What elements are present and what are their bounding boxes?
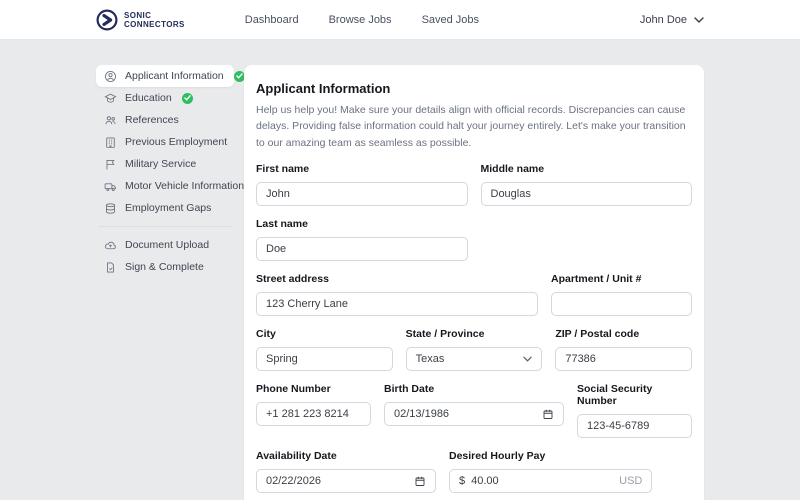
applicant-information-panel: Applicant Information Help us help you! …	[244, 65, 704, 500]
sidebar-item-label: Military Service	[125, 158, 196, 170]
state-select[interactable]: Texas	[406, 347, 543, 371]
zip-input[interactable]	[555, 347, 692, 371]
field-label: Social Security Number	[577, 383, 692, 407]
last-name-input[interactable]	[256, 237, 468, 261]
brand-logo[interactable]: SONIC CONNECTORS	[96, 9, 185, 31]
sidebar-item-employment-gaps[interactable]: Employment Gaps	[96, 197, 234, 219]
calendar-icon[interactable]	[414, 475, 426, 487]
field-label: ZIP / Postal code	[555, 328, 692, 340]
middle-name-input[interactable]	[481, 182, 693, 206]
field-label: Desired Hourly Pay	[449, 450, 652, 462]
sidebar-item-references[interactable]: References	[96, 109, 234, 131]
brand-wordmark: SONIC CONNECTORS	[124, 11, 185, 29]
complete-check-icon	[182, 93, 193, 104]
field-label: Phone Number	[256, 383, 371, 395]
user-menu[interactable]: John Doe	[640, 14, 704, 26]
field-label: Middle name	[481, 163, 693, 175]
truck-icon	[104, 180, 117, 193]
sidebar-item-sign-complete[interactable]: Sign & Complete	[96, 256, 234, 278]
sidebar-item-document-upload[interactable]: Document Upload	[96, 234, 234, 256]
top-navbar: SONIC CONNECTORS Dashboard Browse Jobs S…	[0, 0, 800, 40]
sidebar-item-military-service[interactable]: Military Service	[96, 153, 234, 175]
phone-input[interactable]	[256, 402, 371, 426]
flag-icon	[104, 158, 117, 171]
page-title: Applicant Information	[256, 81, 692, 96]
layers-stack-icon	[104, 202, 117, 215]
street-address-input[interactable]	[256, 292, 538, 316]
ssn-input[interactable]	[577, 414, 692, 438]
field-first-name: First name	[256, 163, 468, 206]
desired-pay-value[interactable]	[471, 470, 613, 492]
sidebar-item-label: Motor Vehicle Information	[125, 180, 244, 192]
sidebar-item-label: Document Upload	[125, 239, 209, 251]
file-signature-icon	[104, 261, 117, 274]
field-street-address: Street address	[256, 273, 538, 316]
field-label: State / Province	[406, 328, 543, 340]
sidebar-item-motor-vehicle-information[interactable]: Motor Vehicle Information	[96, 175, 234, 197]
currency-suffix: USD	[619, 475, 642, 487]
field-label: Apartment / Unit #	[551, 273, 692, 285]
field-desired-hourly-pay: Desired Hourly Pay $ USD	[449, 450, 652, 493]
state-select-value: Texas	[416, 353, 445, 365]
content-area: Applicant Information Education Referenc…	[96, 65, 704, 500]
city-input[interactable]	[256, 347, 393, 371]
field-ssn: Social Security Number	[577, 383, 692, 438]
sidebar-item-label: Employment Gaps	[125, 202, 211, 214]
field-label: City	[256, 328, 393, 340]
building-icon	[104, 136, 117, 149]
users-icon	[104, 114, 117, 127]
user-name: John Doe	[640, 14, 687, 26]
availability-date-input[interactable]	[256, 469, 436, 493]
main-nav: Dashboard Browse Jobs Saved Jobs	[245, 14, 479, 26]
sidebar-divider	[98, 226, 232, 227]
field-label: First name	[256, 163, 468, 175]
field-state-province: State / Province Texas	[406, 328, 543, 371]
page-description: Help us help you! Make sure your details…	[256, 102, 692, 151]
sidebar-item-label: Applicant Information	[125, 70, 224, 82]
sidebar-item-label: Sign & Complete	[125, 261, 204, 273]
field-city: City	[256, 328, 393, 371]
nav-browse-jobs[interactable]: Browse Jobs	[329, 14, 392, 26]
nav-saved-jobs[interactable]: Saved Jobs	[422, 14, 479, 26]
chevron-down-icon	[523, 356, 532, 362]
sidebar-item-label: Education	[125, 92, 172, 104]
sidebar-item-label: References	[125, 114, 179, 126]
field-label: Availability Date	[256, 450, 436, 462]
birth-date-input[interactable]	[384, 402, 564, 426]
field-middle-name: Middle name	[481, 163, 693, 206]
steps-sidebar: Applicant Information Education Referenc…	[96, 65, 234, 278]
field-zip-postal-code: ZIP / Postal code	[555, 328, 692, 371]
field-phone-number: Phone Number	[256, 383, 371, 438]
complete-check-icon	[234, 71, 245, 82]
chevron-down-icon	[694, 17, 704, 23]
sidebar-item-previous-employment[interactable]: Previous Employment	[96, 131, 234, 153]
cloud-upload-icon	[104, 239, 117, 252]
sidebar-item-applicant-information[interactable]: Applicant Information	[96, 65, 234, 87]
calendar-icon[interactable]	[542, 408, 554, 420]
currency-prefix: $	[459, 475, 465, 487]
availability-date-value[interactable]	[266, 470, 408, 492]
field-label: Street address	[256, 273, 538, 285]
field-availability-date: Availability Date	[256, 450, 436, 493]
first-name-input[interactable]	[256, 182, 468, 206]
field-label: Birth Date	[384, 383, 564, 395]
field-label: Last name	[256, 218, 468, 230]
field-last-name: Last name	[256, 218, 468, 261]
field-apartment-unit: Apartment / Unit #	[551, 273, 692, 316]
apartment-unit-input[interactable]	[551, 292, 692, 316]
sonic-connectors-logo-icon	[96, 9, 118, 31]
field-birth-date: Birth Date	[384, 383, 564, 438]
sidebar-item-label: Previous Employment	[125, 136, 227, 148]
desired-pay-input[interactable]: $ USD	[449, 469, 652, 493]
sidebar-item-education[interactable]: Education	[96, 87, 234, 109]
user-circle-icon	[104, 70, 117, 83]
graduation-cap-icon	[104, 92, 117, 105]
birth-date-value[interactable]	[394, 403, 536, 425]
nav-dashboard[interactable]: Dashboard	[245, 14, 299, 26]
